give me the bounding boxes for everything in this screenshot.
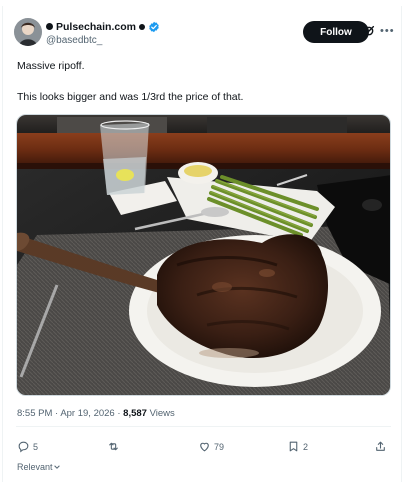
like-icon bbox=[200, 442, 209, 452]
bookmark-button[interactable]: 2 bbox=[287, 440, 308, 453]
tweet-text: Massive ripoff. This looks bigger and wa… bbox=[17, 59, 387, 104]
like-count: 79 bbox=[214, 441, 225, 452]
share-button[interactable] bbox=[374, 440, 390, 453]
reply-button[interactable]: 5 bbox=[17, 440, 38, 453]
tweet-date[interactable]: Apr 19, 2026 bbox=[60, 408, 114, 419]
avatar[interactable] bbox=[14, 18, 42, 46]
black-dot-icon bbox=[46, 23, 53, 30]
sort-label: Relevant bbox=[17, 462, 53, 472]
verified-badge-icon[interactable] bbox=[148, 21, 160, 33]
more-icon[interactable]: ••• bbox=[380, 25, 395, 37]
sort-replies-dropdown[interactable]: Relevant bbox=[17, 462, 61, 472]
share-icon bbox=[376, 441, 385, 451]
tweet-meta: 8:55 PM · Apr 19, 2026 · 8,587 Views bbox=[17, 408, 175, 419]
follow-button[interactable]: Follow bbox=[303, 21, 369, 43]
divider bbox=[16, 426, 391, 427]
author-handle[interactable]: @basedbtc_ bbox=[46, 35, 160, 46]
bookmark-count: 2 bbox=[303, 441, 309, 452]
repost-icon bbox=[109, 442, 118, 451]
tweet-time[interactable]: 8:55 PM bbox=[17, 408, 52, 419]
tweet-photo[interactable] bbox=[16, 114, 391, 396]
grok-icon[interactable] bbox=[362, 24, 376, 38]
views-count: 8,587 bbox=[123, 408, 147, 419]
tweet-header: Pulsechain.com @basedbtc_ Follow ••• bbox=[14, 18, 395, 50]
reply-icon bbox=[18, 441, 29, 453]
author-name-row[interactable]: Pulsechain.com bbox=[46, 19, 160, 34]
tweet-text-line: Massive ripoff. bbox=[17, 60, 85, 72]
author-display-name[interactable]: Pulsechain.com bbox=[56, 21, 136, 33]
author-info: Pulsechain.com @basedbtc_ bbox=[46, 19, 160, 46]
black-dot-icon bbox=[138, 23, 145, 30]
bookmark-icon bbox=[289, 441, 298, 452]
repost-button[interactable] bbox=[107, 440, 123, 453]
views-label: Views bbox=[149, 408, 175, 419]
action-bar: 5 79 2 bbox=[17, 440, 389, 456]
reply-count: 5 bbox=[33, 441, 39, 452]
like-button[interactable]: 79 bbox=[198, 440, 224, 453]
chevron-down-icon bbox=[53, 465, 60, 469]
tweet-text-line: This looks bigger and was 1/3rd the pric… bbox=[17, 91, 244, 103]
